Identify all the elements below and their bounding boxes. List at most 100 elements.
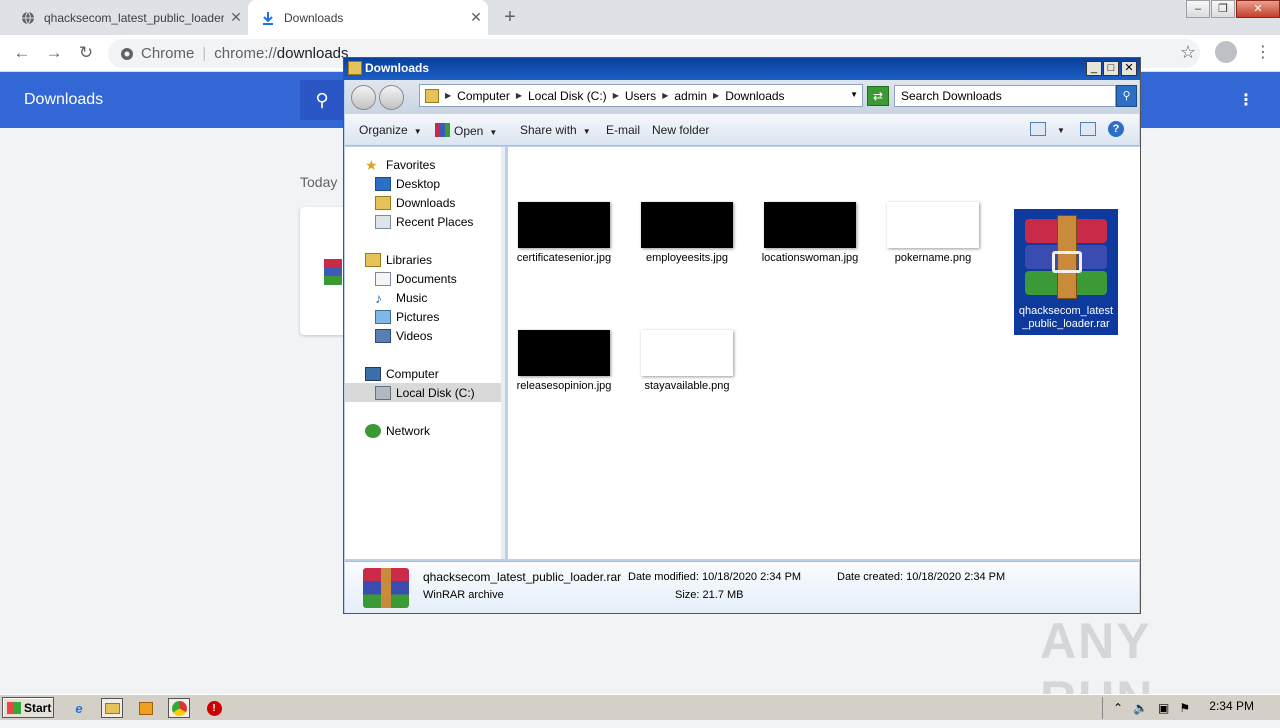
nav-downloads[interactable]: Downloads — [345, 193, 501, 212]
search-input[interactable]: Search Downloads — [894, 85, 1116, 107]
folder-icon — [348, 61, 362, 75]
chrome-menu-icon[interactable]: ⋮ — [1255, 42, 1271, 62]
taskbar: Start e ! ⌃ 🔈 ▣ ⚑ 2:34 PM — [0, 694, 1280, 720]
image-thumbnail — [518, 330, 610, 376]
breadcrumb-downloads[interactable]: ▶ Downloads — [713, 89, 785, 103]
explorer-window: Downloads _ □ ✕ ▶ Computer ▶ Local Disk (C… — [343, 57, 1141, 614]
breadcrumb-computer[interactable]: ▶ Computer — [445, 89, 510, 103]
flag-icon[interactable]: ⚑ — [1179, 701, 1190, 715]
libraries-icon — [365, 252, 381, 267]
chevron-down-icon[interactable]: ▼ — [850, 90, 858, 99]
new-folder-button[interactable]: New folder — [652, 123, 709, 137]
nav-favorites[interactable]: ★ Favorites — [345, 155, 501, 174]
start-button[interactable]: Start — [2, 697, 54, 718]
file-name: locationswoman.jpg — [761, 252, 859, 264]
nav-documents[interactable]: Documents — [345, 269, 501, 288]
explorer-taskbar-icon[interactable] — [101, 698, 123, 718]
nav-pictures[interactable]: Pictures — [345, 307, 501, 326]
tab-downloads[interactable]: Downloads ✕ — [248, 0, 488, 35]
nav-music[interactable]: ♪ Music — [345, 288, 501, 307]
alert-icon[interactable]: ! — [203, 698, 225, 718]
chevron-down-icon[interactable]: ▼ — [1057, 122, 1065, 136]
file-name: stayavailable.png — [644, 380, 730, 392]
image-thumbnail — [641, 330, 733, 376]
email-button[interactable]: E-mail — [606, 123, 640, 137]
restore-button[interactable]: ❐ — [1211, 0, 1235, 18]
file-name: certificatesenior.jpg — [516, 252, 612, 264]
file-item[interactable]: releasesopinion.jpg — [512, 330, 616, 393]
bookmark-star-icon[interactable]: ☆ — [1180, 42, 1196, 63]
nav-desktop[interactable]: Desktop — [345, 174, 501, 193]
site-label: Chrome — [141, 45, 195, 62]
nav-recent-places[interactable]: Recent Places — [345, 212, 501, 231]
reload-button[interactable]: ↻ — [74, 41, 98, 65]
media-player-icon[interactable] — [135, 698, 157, 718]
date-section-heading: Today — [300, 174, 338, 190]
file-item-selected[interactable]: qhacksecom_latest_public_loader.rar — [1014, 209, 1118, 335]
window-controls: – ❐ ✕ — [1185, 0, 1280, 20]
network-tray-icon[interactable]: ▣ — [1158, 701, 1169, 715]
chrome-icon: Chrome — [120, 45, 194, 62]
search-icon[interactable]: ⚲ — [300, 80, 344, 120]
help-icon[interactable]: ? — [1108, 121, 1124, 137]
chrome-taskbar-icon[interactable] — [168, 698, 190, 718]
internet-explorer-icon[interactable]: e — [68, 698, 90, 718]
tab-loader[interactable]: qhacksecom_latest_public_loader ✕ — [8, 0, 248, 35]
chevron-up-icon[interactable]: ⌃ — [1113, 701, 1123, 715]
command-bar: Organize ▼ Open ▼ Share with ▼ E-mail New f… — [345, 114, 1139, 146]
file-item[interactable]: certificatesenior.jpg — [512, 202, 616, 265]
file-item[interactable]: locationswoman.jpg — [758, 202, 862, 265]
search-icon[interactable]: ⚲ — [1116, 85, 1137, 107]
file-name: pokername.png — [894, 252, 972, 264]
windows-flag-icon — [7, 701, 21, 714]
minimize-button[interactable]: _ — [1086, 61, 1102, 76]
close-button[interactable]: ✕ — [1121, 61, 1137, 76]
breadcrumb-local-disk[interactable]: ▶ Local Disk (C:) — [516, 89, 607, 103]
back-button[interactable]: ← — [10, 41, 34, 65]
breadcrumb-admin[interactable]: ▶ admin — [662, 89, 707, 103]
close-window-button[interactable]: ✕ — [1236, 0, 1280, 18]
close-icon[interactable]: ✕ — [224, 9, 248, 26]
network-icon — [365, 423, 381, 438]
more-menu-icon[interactable]: ⋮ — [1238, 90, 1254, 110]
videos-icon — [375, 328, 391, 343]
details-date-modified: Date modified: 10/18/2020 2:34 PM — [628, 571, 802, 583]
close-icon[interactable]: ✕ — [464, 9, 488, 26]
forward-button[interactable]: → — [42, 41, 66, 65]
details-date-created: Date created: 10/18/2020 2:34 PM — [837, 571, 1006, 583]
nav-libraries[interactable]: Libraries — [345, 250, 501, 269]
nav-computer[interactable]: Computer — [345, 364, 501, 383]
minimize-button[interactable]: – — [1186, 0, 1210, 18]
tab-strip: qhacksecom_latest_public_loader ✕ Downlo… — [0, 0, 1280, 35]
details-pane: qhacksecom_latest_public_loader.rar WinR… — [345, 561, 1139, 613]
maximize-button[interactable]: □ — [1103, 61, 1119, 76]
back-button[interactable] — [351, 85, 376, 110]
nav-videos[interactable]: Videos — [345, 326, 501, 345]
file-name: employeesits.jpg — [646, 252, 728, 264]
nav-network[interactable]: Network — [345, 421, 501, 440]
share-with-button[interactable]: Share with ▼ — [520, 123, 591, 137]
file-item[interactable]: employeesits.jpg — [635, 202, 739, 265]
window-titlebar[interactable]: Downloads _ □ ✕ — [344, 58, 1140, 80]
forward-button[interactable] — [379, 85, 404, 110]
file-item[interactable]: pokername.png — [881, 202, 985, 265]
speaker-icon[interactable]: 🔈 — [1133, 701, 1148, 715]
view-options-icon[interactable] — [1030, 122, 1046, 136]
breadcrumb[interactable]: ▶ Computer ▶ Local Disk (C:) ▶ Users ▶ admin… — [419, 84, 863, 107]
clock[interactable]: 2:34 PM — [1209, 699, 1254, 713]
open-button[interactable]: Open ▼ — [435, 123, 497, 138]
drive-icon — [375, 385, 391, 400]
organize-button[interactable]: Organize ▼ — [359, 123, 422, 137]
nav-local-disk[interactable]: Local Disk (C:) — [345, 383, 501, 402]
avatar[interactable] — [1215, 41, 1237, 63]
refresh-button[interactable]: ⇄ — [867, 86, 889, 106]
folder-icon — [425, 88, 439, 103]
pictures-icon — [375, 309, 391, 324]
breadcrumb-users[interactable]: ▶ Users — [613, 89, 657, 103]
details-file-type: WinRAR archive — [423, 589, 504, 601]
new-tab-button[interactable]: + — [498, 6, 522, 30]
file-item[interactable]: stayavailable.png — [635, 330, 739, 393]
recent-places-icon — [375, 214, 391, 229]
preview-pane-icon[interactable] — [1080, 122, 1096, 136]
details-size: Size: 21.7 MB — [675, 589, 744, 601]
